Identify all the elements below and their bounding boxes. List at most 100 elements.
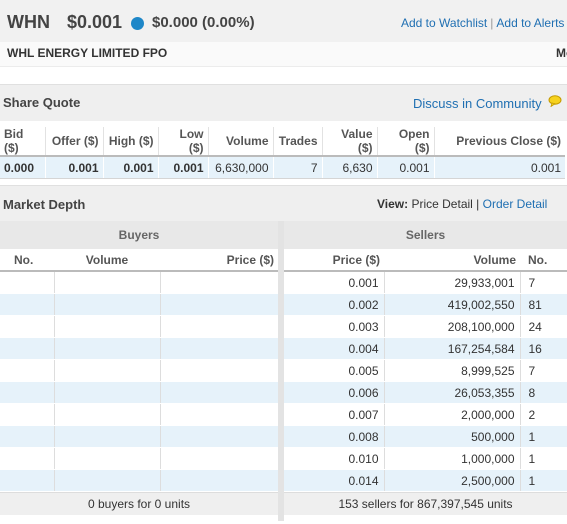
buyer-price [159, 425, 278, 448]
buyer-count [0, 359, 54, 382]
discuss-in-community-link[interactable]: Discuss in Community [413, 96, 542, 111]
seller-row: 0.014 2,500,000 1 [284, 469, 567, 492]
bid-value: 0.000 [0, 156, 45, 179]
offer-value: 0.001 [44, 156, 103, 179]
sellers-title: Sellers [284, 221, 567, 249]
buyer-price [159, 447, 278, 470]
header-links: Add to Watchlist | Add to Alerts [401, 16, 564, 30]
buyer-price [159, 469, 278, 492]
seller-row: 0.010 1,000,000 1 [284, 447, 567, 470]
seller-price: 0.002 [284, 293, 384, 316]
buyers-col-no: No. [0, 249, 54, 272]
seller-count: 24 [519, 315, 567, 338]
market-depth-title: Market Depth [3, 197, 86, 212]
seller-count: 8 [519, 381, 567, 404]
seller-price: 0.008 [284, 425, 384, 448]
buyer-count [0, 337, 54, 360]
col-value: Value ($) [321, 127, 377, 157]
seller-row: 0.007 2,000,000 2 [284, 403, 567, 426]
col-trades: Trades [272, 127, 322, 157]
view-price-detail[interactable]: Price Detail [411, 197, 472, 211]
buyer-row [0, 337, 278, 360]
col-previous-close: Previous Close ($) [433, 127, 565, 157]
col-volume: Volume [207, 127, 273, 157]
sellers-col-price: Price ($) [284, 249, 384, 272]
col-open: Open ($) [376, 127, 434, 157]
seller-row: 0.005 8,999,525 7 [284, 359, 567, 382]
buyer-count [0, 381, 54, 404]
seller-price: 0.014 [284, 469, 384, 492]
seller-row: 0.006 26,053,355 8 [284, 381, 567, 404]
buyer-row [0, 425, 278, 448]
buyer-row [0, 359, 278, 382]
add-to-alerts-link[interactable]: Add to Alerts [496, 16, 564, 30]
sellers-panel: Sellers Price ($) Volume No. 0.001 29,933… [284, 221, 567, 521]
seller-volume: 167,254,584 [383, 337, 520, 360]
seller-volume: 500,000 [383, 425, 520, 448]
col-low: Low ($) [157, 127, 208, 157]
speech-bubble-icon [548, 95, 562, 107]
buyers-col-volume: Volume [54, 249, 160, 272]
buyer-row [0, 381, 278, 404]
seller-count: 2 [519, 403, 567, 426]
volume-value: 6,630,000 [207, 156, 273, 179]
seller-row: 0.001 29,933,001 7 [284, 271, 567, 294]
seller-count: 7 [519, 359, 567, 382]
company-bar-right-text: Mo [556, 46, 567, 60]
seller-price: 0.004 [284, 337, 384, 360]
buyer-price [159, 271, 278, 294]
buyer-count [0, 315, 54, 338]
seller-volume: 8,999,525 [383, 359, 520, 382]
buyer-volume [53, 271, 160, 294]
buyer-volume [53, 315, 160, 338]
seller-count: 1 [519, 447, 567, 470]
buyers-table: No. Volume Price ($) [0, 249, 278, 492]
view-toggle: View: Price Detail | Order Detail [377, 197, 547, 211]
col-offer: Offer ($) [44, 127, 103, 157]
seller-price: 0.001 [284, 271, 384, 294]
previous-close-value: 0.001 [433, 156, 565, 179]
seller-volume: 419,002,550 [383, 293, 520, 316]
buyer-price [159, 403, 278, 426]
seller-price: 0.007 [284, 403, 384, 426]
buyers-panel: Buyers No. Volume Price ($) 0 buyers for… [0, 221, 278, 521]
buyer-price [159, 293, 278, 316]
col-high: High ($) [102, 127, 158, 157]
share-quote-header: Share Quote Discuss in Community [0, 84, 567, 121]
buyer-volume [53, 381, 160, 404]
link-separator: | [490, 16, 494, 30]
seller-row: 0.008 500,000 1 [284, 425, 567, 448]
share-quote-header-row: Bid ($) Offer ($) High ($) Low ($) Volum… [0, 127, 565, 157]
seller-price: 0.005 [284, 359, 384, 382]
low-value: 0.001 [157, 156, 208, 179]
buyer-volume [53, 425, 160, 448]
buyers-title: Buyers [0, 221, 278, 249]
company-name-bar: WHL ENERGY LIMITED FPO Mo [0, 42, 567, 67]
share-quote-row: 0.000 0.001 0.001 0.001 6,630,000 7 6,63… [0, 156, 565, 179]
buyer-volume [53, 293, 160, 316]
seller-volume: 2,500,000 [383, 469, 520, 492]
buyers-col-price: Price ($) [160, 249, 278, 272]
stock-header: WHN $0.001 $0.000 (0.00%) Add to Watchli… [0, 0, 567, 42]
buyers-header-row: No. Volume Price ($) [0, 249, 278, 272]
seller-count: 7 [519, 271, 567, 294]
view-order-detail-link[interactable]: Order Detail [483, 197, 548, 211]
seller-count: 1 [519, 425, 567, 448]
price-change: $0.000 (0.00%) [152, 14, 255, 31]
seller-price: 0.010 [284, 447, 384, 470]
buyer-count [0, 271, 54, 294]
sellers-header-row: Price ($) Volume No. [284, 249, 567, 272]
buyer-volume [53, 447, 160, 470]
share-quote-title: Share Quote [3, 95, 81, 110]
buyer-count [0, 469, 54, 492]
trades-value: 7 [272, 156, 322, 179]
seller-price: 0.003 [284, 315, 384, 338]
seller-volume: 1,000,000 [383, 447, 520, 470]
buyer-count [0, 293, 54, 316]
buyer-row [0, 469, 278, 492]
high-value: 0.001 [102, 156, 158, 179]
add-to-watchlist-link[interactable]: Add to Watchlist [401, 16, 487, 30]
market-depth-header: Market Depth View: Price Detail | Order … [0, 185, 567, 222]
sellers-summary: 153 sellers for 867,397,545 units [284, 492, 567, 515]
buyer-volume [53, 403, 160, 426]
